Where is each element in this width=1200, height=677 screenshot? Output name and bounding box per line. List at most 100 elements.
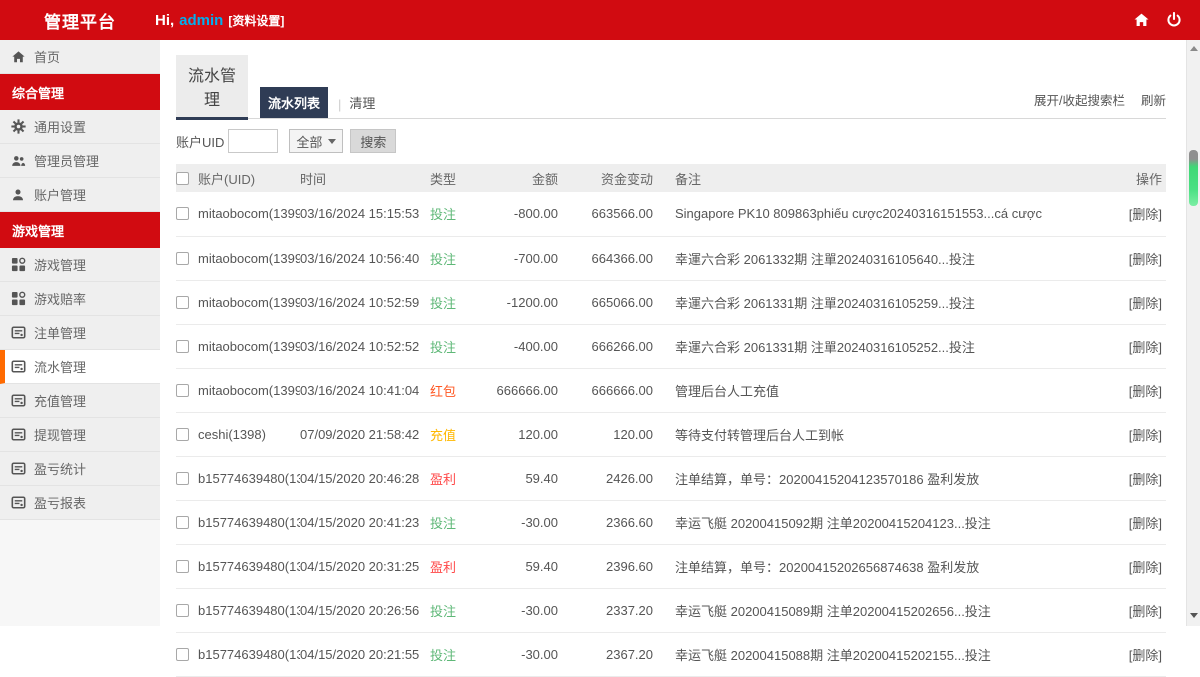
row-checkbox[interactable] <box>176 251 189 265</box>
table-row: ceshi(1398) 07/09/2020 21:58:42 充值 120.00 12… <box>176 412 1166 457</box>
row-checkbox[interactable] <box>176 295 189 309</box>
cell-remark: 等待支付转管理后台人工到帐 <box>653 412 1106 457</box>
row-checkbox[interactable] <box>176 559 189 573</box>
select-all-checkbox[interactable] <box>176 171 189 185</box>
toggle-search-link[interactable]: 展开/收起搜索栏 <box>1034 90 1125 109</box>
topbar: 管理平台 Hi, admin [资料设置] <box>0 0 1200 40</box>
row-checkbox[interactable] <box>176 339 189 353</box>
users-icon <box>10 153 26 169</box>
profile-settings-link[interactable]: [资料设置] <box>228 12 284 29</box>
cell-remark: 注单结算，单号：20200415204123570186 盈利发放 <box>653 456 1106 501</box>
list-icon <box>10 461 26 477</box>
power-icon[interactable] <box>1166 12 1182 28</box>
cell-amount: -1200.00 <box>478 280 558 325</box>
scroll-down-arrow-icon[interactable] <box>1190 613 1198 618</box>
table-row: b15774639480(1300)04/15/2020 20:21:55投注-… <box>176 632 1166 677</box>
sidebar-item-withdraw-manage[interactable]: 提现管理 <box>0 418 160 452</box>
row-checkbox[interactable] <box>176 647 189 661</box>
delete-link[interactable]: [删除] <box>1129 560 1162 575</box>
cell-time: 03/16/2024 10:56:40 <box>300 236 430 281</box>
cell-action: [删除] <box>1106 500 1166 545</box>
scrollbar-thumb[interactable] <box>1189 150 1198 206</box>
greeting-prefix: Hi, <box>155 11 175 29</box>
uid-input[interactable] <box>228 129 279 153</box>
sidebar-item-profit-report[interactable]: 盈亏报表 <box>0 486 160 520</box>
sidebar-item-general-settings[interactable]: 通用设置 <box>0 110 160 144</box>
delete-link[interactable]: [删除] <box>1129 207 1162 222</box>
col-balance: 资金变动 <box>558 164 653 192</box>
cell-amount: -800.00 <box>478 192 558 237</box>
row-checkbox[interactable] <box>176 383 189 397</box>
cell-amount: 666666.00 <box>478 368 558 413</box>
type-select[interactable]: 全部 <box>289 129 344 153</box>
gear-icon <box>10 119 26 135</box>
sidebar-item-flow-manage[interactable]: 流水管理 <box>0 350 160 384</box>
cell-type: 红包 <box>430 368 478 413</box>
cell-time: 04/15/2020 20:21:55 <box>300 632 430 677</box>
cell-balance: 2426.00 <box>558 456 653 501</box>
refresh-link[interactable]: 刷新 <box>1141 90 1166 109</box>
row-checkbox-cell <box>176 412 198 457</box>
chevron-down-icon <box>328 138 337 144</box>
table-row: b15774639480(1300)04/15/2020 20:31:25盈利5… <box>176 544 1166 589</box>
sidebar-item-profit-stats[interactable]: 盈亏统计 <box>0 452 160 486</box>
delete-link[interactable]: [删除] <box>1129 428 1162 443</box>
cell-remark: 幸运飞艇 20200415092期 注单20200415204123...投注 <box>653 500 1106 545</box>
cell-time: 03/16/2024 10:52:52 <box>300 324 430 369</box>
col-remark: 备注 <box>653 164 1106 192</box>
delete-link[interactable]: [删除] <box>1129 472 1162 487</box>
tab-separator: | <box>338 97 342 112</box>
cell-action: [删除] <box>1106 544 1166 589</box>
vertical-scrollbar[interactable] <box>1186 40 1200 626</box>
tabs: 流水列表 | 清理 <box>260 87 375 118</box>
cell-balance: 2396.60 <box>558 544 653 589</box>
cell-balance: 2366.60 <box>558 500 653 545</box>
delete-link[interactable]: [删除] <box>1129 516 1162 531</box>
sidebar-item-account-manage[interactable]: 账户管理 <box>0 178 160 212</box>
cell-balance: 120.00 <box>558 412 653 457</box>
sidebar-section-general-section: 综合管理 <box>0 74 160 110</box>
cell-type: 投注 <box>430 588 478 633</box>
flow-table: 账户(UID) 时间 类型 金额 资金变动 备注 操作 mitaobocom(1… <box>176 164 1166 677</box>
sidebar-item-home[interactable]: 首页 <box>0 40 160 74</box>
cell-type: 盈利 <box>430 456 478 501</box>
tab-flow-list[interactable]: 流水列表 <box>260 87 329 118</box>
delete-link[interactable]: [删除] <box>1129 340 1162 355</box>
cell-remark: 幸運六合彩 2061332期 注單20240316105640...投注 <box>653 236 1106 281</box>
sidebar-item-game-manage[interactable]: 游戏管理 <box>0 248 160 282</box>
delete-link[interactable]: [删除] <box>1129 648 1162 663</box>
cell-account: b15774639480(1300) <box>198 632 300 677</box>
cell-amount: 120.00 <box>478 412 558 457</box>
cell-type: 投注 <box>430 280 478 325</box>
delete-link[interactable]: [删除] <box>1129 296 1162 311</box>
row-checkbox[interactable] <box>176 603 189 617</box>
col-type: 类型 <box>430 164 478 192</box>
row-checkbox[interactable] <box>176 207 189 221</box>
row-checkbox[interactable] <box>176 427 189 441</box>
cell-time: 04/15/2020 20:31:25 <box>300 544 430 589</box>
tab-clean[interactable]: 清理 <box>349 93 375 118</box>
sidebar-item-label: 充值管理 <box>34 394 87 409</box>
delete-link[interactable]: [删除] <box>1129 252 1162 267</box>
scroll-up-arrow-icon[interactable] <box>1190 46 1198 51</box>
sidebar-item-game-odds[interactable]: 游戏赔率 <box>0 282 160 316</box>
sidebar-item-bet-manage[interactable]: 注单管理 <box>0 316 160 350</box>
cell-account: mitaobocom(1399) <box>198 236 300 281</box>
row-checkbox[interactable] <box>176 515 189 529</box>
cell-action: [删除] <box>1106 588 1166 633</box>
sidebar-item-label: 游戏管理 <box>34 258 87 273</box>
cell-balance: 665066.00 <box>558 280 653 325</box>
home-icon[interactable] <box>1133 12 1150 28</box>
row-checkbox[interactable] <box>176 471 189 485</box>
cell-remark: 幸運六合彩 2061331期 注單20240316105252...投注 <box>653 324 1106 369</box>
sidebar-item-admin-manage[interactable]: 管理员管理 <box>0 144 160 178</box>
list-icon <box>10 427 26 443</box>
col-account: 账户(UID) <box>198 164 300 192</box>
cell-amount: -30.00 <box>478 588 558 633</box>
sidebar-item-recharge-manage[interactable]: 充值管理 <box>0 384 160 418</box>
sidebar-section-game-section: 游戏管理 <box>0 212 160 248</box>
search-button[interactable]: 搜索 <box>350 129 397 153</box>
uid-label: 账户UID <box>176 134 225 150</box>
delete-link[interactable]: [删除] <box>1129 604 1162 619</box>
delete-link[interactable]: [删除] <box>1129 384 1162 399</box>
